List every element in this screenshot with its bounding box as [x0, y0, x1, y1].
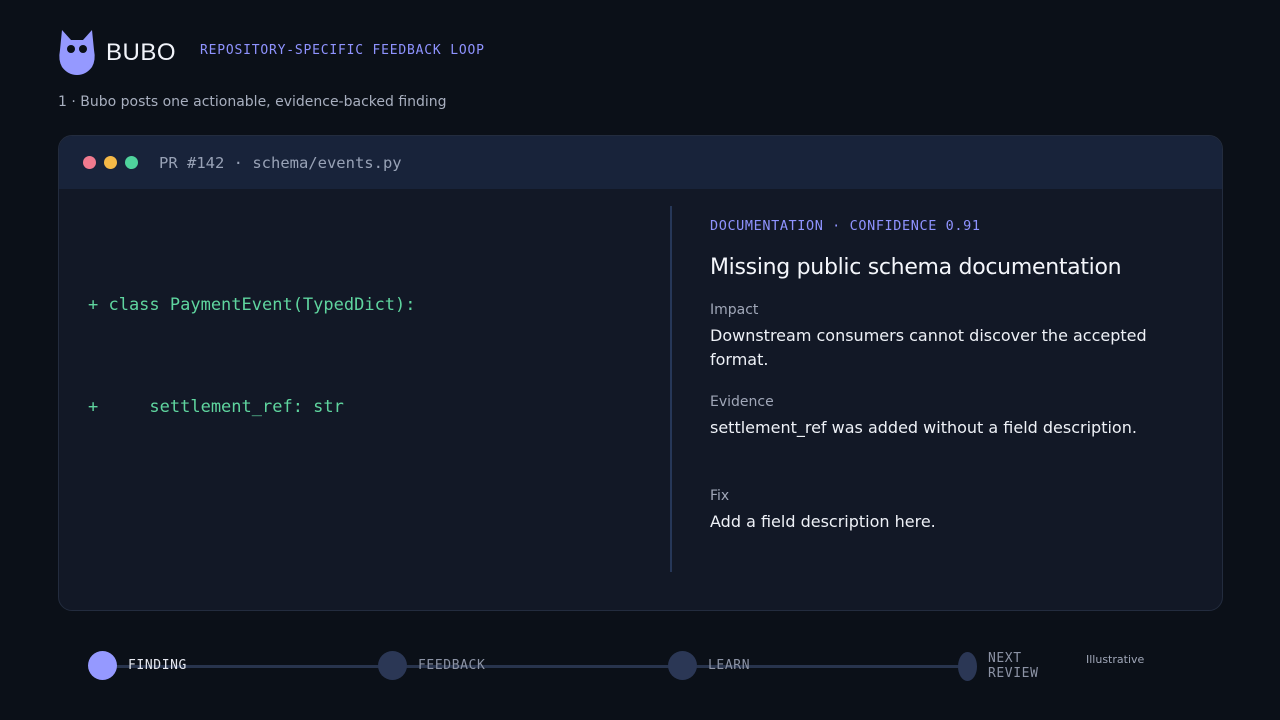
finding-title: Missing public schema documentation: [710, 255, 1122, 280]
step-next-review[interactable]: NEXT REVIEW: [958, 651, 1049, 681]
step-learn[interactable]: LEARN: [668, 651, 750, 680]
code-diff: + class PaymentEvent(TypedDict): + settl…: [88, 220, 416, 492]
review-panel: PR #142 · schema/events.py + class Payme…: [58, 135, 1223, 611]
header: BUBO REPOSITORY-SPECIFIC FEEDBACK LOOP: [58, 28, 485, 75]
minimize-dot-icon: [104, 156, 117, 169]
step-dot-icon: [378, 651, 407, 680]
illustrative-note: Illustrative: [1086, 653, 1145, 666]
brand-name: BUBO: [106, 38, 177, 66]
step-finding[interactable]: FINDING: [88, 651, 187, 680]
finding-meta: DOCUMENTATION · CONFIDENCE 0.91: [710, 218, 981, 234]
evidence-label: Evidence: [710, 394, 774, 410]
evidence-text: settlement_ref was added without a field…: [710, 418, 1137, 437]
close-dot-icon: [83, 156, 96, 169]
code-line: + settlement_ref: str: [88, 397, 344, 417]
step-label: FEEDBACK: [418, 658, 486, 673]
step-dot-icon: [958, 651, 977, 681]
fix-label: Fix: [710, 488, 730, 504]
step-label: LEARN: [708, 658, 751, 673]
window-titlebar: PR #142 · schema/events.py: [59, 136, 1222, 189]
step-label: NEXT REVIEW: [987, 651, 1039, 681]
step-feedback[interactable]: FEEDBACK: [378, 651, 485, 680]
impact-text: Downstream consumers cannot discover the…: [710, 326, 1147, 369]
panel-divider: [670, 206, 672, 572]
owl-logo-icon: [58, 28, 96, 75]
maximize-dot-icon: [125, 156, 138, 169]
step-label: FINDING: [128, 658, 187, 673]
code-line: + class PaymentEvent(TypedDict):: [88, 295, 416, 315]
step-caption: 1 · Bubo posts one actionable, evidence-…: [58, 94, 447, 110]
progress-stepper: FINDING FEEDBACK LEARN NEXT REVIEW: [88, 651, 1038, 681]
fix-text: Add a field description here.: [710, 512, 936, 531]
step-dot-icon: [668, 651, 697, 680]
finding-card: DOCUMENTATION · CONFIDENCE 0.91 Missing …: [710, 218, 1180, 534]
stepper-track: [102, 665, 972, 668]
impact-label: Impact: [710, 302, 759, 318]
pr-file-title: PR #142 · schema/events.py: [159, 153, 402, 172]
tagline: REPOSITORY-SPECIFIC FEEDBACK LOOP: [200, 43, 485, 58]
step-dot-icon: [88, 651, 117, 680]
